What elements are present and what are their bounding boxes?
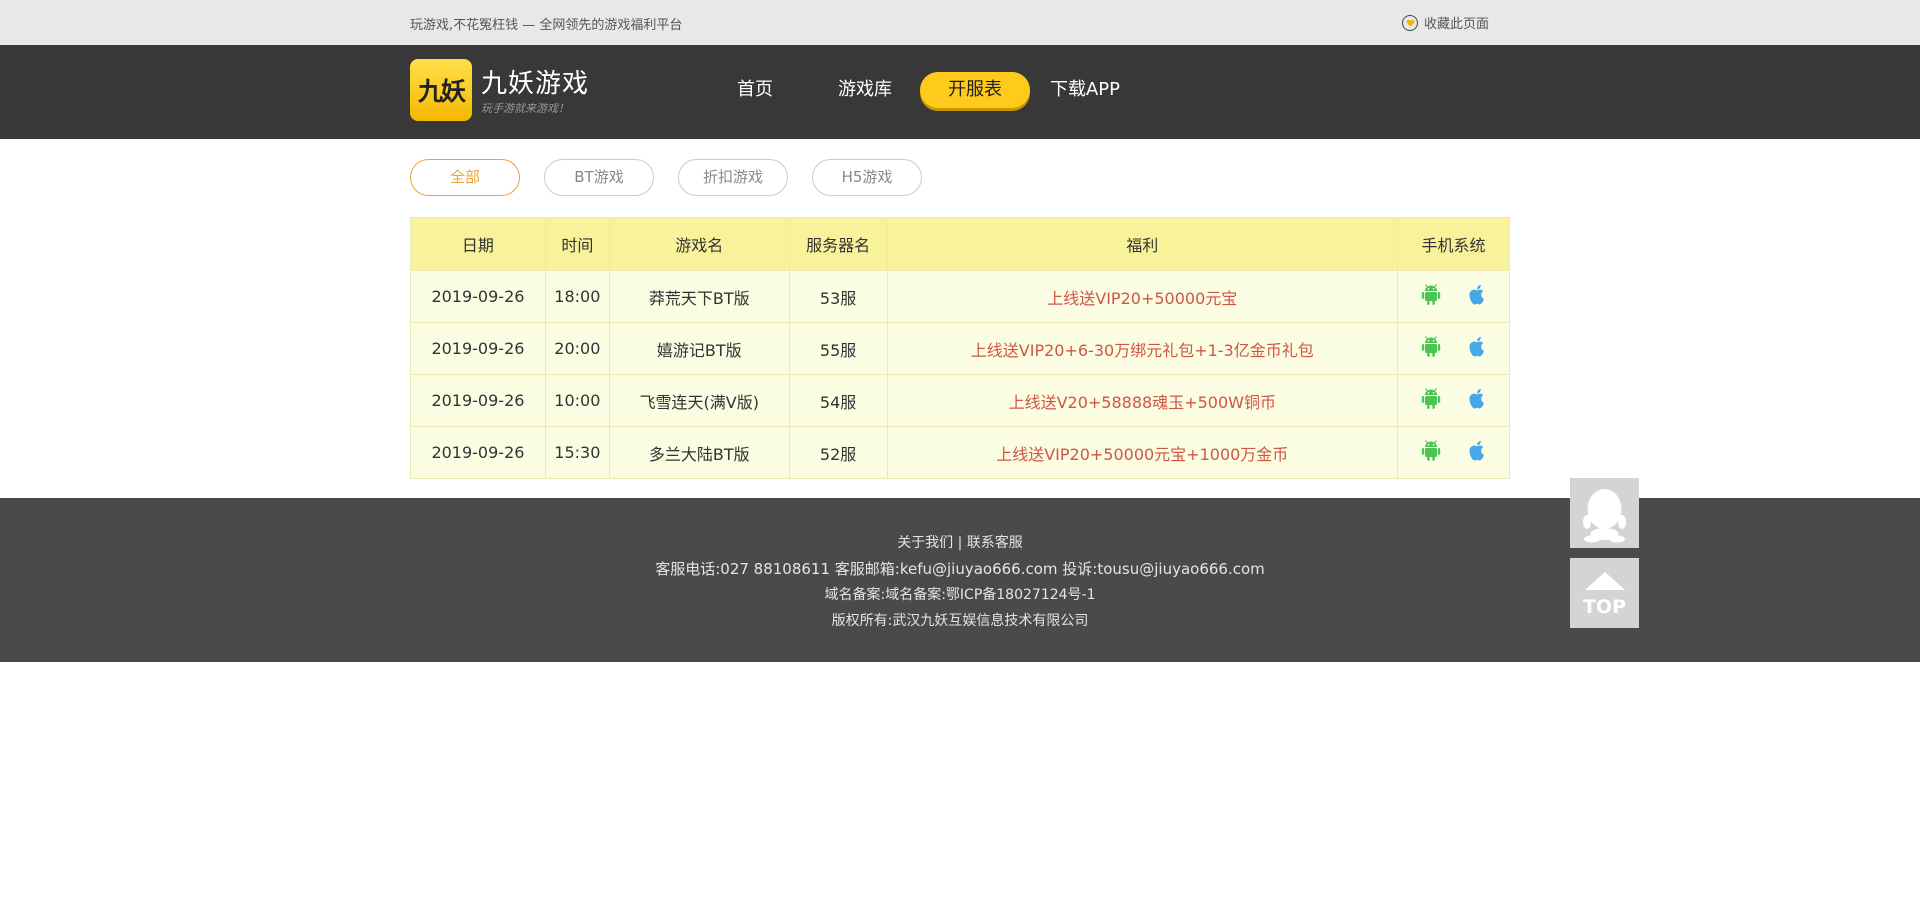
top-label: TOP <box>1582 596 1627 618</box>
row-os <box>1397 374 1510 427</box>
row-server: 54服 <box>788 374 888 427</box>
android-icon[interactable] <box>1421 283 1441 310</box>
logo-title: 九妖游戏 <box>481 69 590 99</box>
row-time: 10:00 <box>544 374 610 427</box>
row-date: 2019-09-26 <box>410 374 546 427</box>
row-welfare: 上线送VIP20+50000元宝+1000万金币 <box>886 426 1399 479</box>
header-mobile-os: 手机系统 <box>1397 217 1510 271</box>
row-server: 55服 <box>788 322 888 375</box>
nav-game-library[interactable]: 游戏库 <box>810 72 920 108</box>
row-os <box>1397 426 1510 479</box>
header-welfare: 福利 <box>886 217 1399 271</box>
row-game-name[interactable]: 嬉游记BT版 <box>608 322 790 375</box>
nav-server-schedule[interactable]: 开服表 <box>920 72 1030 108</box>
favorite-page-link[interactable]: 收藏此页面 <box>1402 13 1489 32</box>
android-icon[interactable] <box>1421 335 1441 362</box>
logo-tagline: 玩手游就来游戏！ <box>481 102 569 115</box>
contact-support-link[interactable]: 联系客服 <box>967 535 1023 551</box>
android-icon[interactable] <box>1421 439 1441 466</box>
header-server-name: 服务器名 <box>788 217 888 271</box>
table-row: 2019-09-26 10:00 飞雪连天(满V版) 54服 上线送V20+58… <box>410 374 1510 427</box>
row-welfare: 上线送VIP20+50000元宝 <box>886 270 1399 323</box>
row-os <box>1397 322 1510 375</box>
row-date: 2019-09-26 <box>410 426 546 479</box>
row-game-name[interactable]: 飞雪连天(满V版) <box>608 374 790 427</box>
filter-all[interactable]: 全部 <box>410 159 520 196</box>
table-header-row: 日期 时间 游戏名 服务器名 福利 手机系统 <box>410 217 1510 271</box>
filter-bt-games[interactable]: BT游戏 <box>544 159 654 196</box>
server-schedule-table: 日期 时间 游戏名 服务器名 福利 手机系统 2019-09-26 18:00 … <box>410 217 1510 479</box>
table-row: 2019-09-26 20:00 嬉游记BT版 55服 上线送VIP20+6-3… <box>410 322 1510 375</box>
arrow-up-icon <box>1585 572 1625 590</box>
apple-icon[interactable] <box>1467 336 1487 362</box>
qq-icon <box>1583 489 1626 543</box>
row-date: 2019-09-26 <box>410 270 546 323</box>
row-server: 52服 <box>788 426 888 479</box>
site-slogan: 玩游戏,不花冤枉钱 — 全网领先的游戏福利平台 <box>410 18 683 33</box>
favorite-label: 收藏此页面 <box>1424 17 1490 32</box>
row-time: 15:30 <box>544 426 610 479</box>
row-time: 20:00 <box>544 322 610 375</box>
site-header: 九妖 九妖游戏 玩手游就来游戏！ 首页 游戏库 开服表 下载APP <box>0 45 1920 139</box>
filter-h5-games[interactable]: H5游戏 <box>812 159 922 196</box>
row-os <box>1397 270 1510 323</box>
top-bar: 玩游戏,不花冤枉钱 — 全网领先的游戏福利平台 收藏此页面 <box>0 0 1920 45</box>
apple-icon[interactable] <box>1467 284 1487 310</box>
header-time: 时间 <box>544 217 610 271</box>
android-icon[interactable] <box>1421 387 1441 414</box>
row-date: 2019-09-26 <box>410 322 546 375</box>
header-game-name: 游戏名 <box>608 217 790 271</box>
row-game-name[interactable]: 莽荒天下BT版 <box>608 270 790 323</box>
filter-discount-games[interactable]: 折扣游戏 <box>678 159 788 196</box>
nav-home[interactable]: 首页 <box>700 72 810 108</box>
apple-icon[interactable] <box>1467 388 1487 414</box>
qq-support-button[interactable] <box>1570 478 1639 548</box>
nav-download-app[interactable]: 下载APP <box>1030 72 1140 108</box>
back-to-top-button[interactable]: TOP <box>1570 558 1639 628</box>
row-time: 18:00 <box>544 270 610 323</box>
row-welfare: 上线送V20+58888魂玉+500W铜币 <box>886 374 1399 427</box>
table-row: 2019-09-26 15:30 多兰大陆BT版 52服 上线送VIP20+50… <box>410 426 1510 479</box>
row-server: 53服 <box>788 270 888 323</box>
about-us-link[interactable]: 关于我们 <box>897 535 953 551</box>
category-filters: 全部 BT游戏 折扣游戏 H5游戏 <box>410 159 922 196</box>
logo-icon[interactable]: 九妖 <box>410 59 472 121</box>
main-nav: 首页 游戏库 开服表 下载APP <box>700 72 1140 108</box>
row-game-name[interactable]: 多兰大陆BT版 <box>608 426 790 479</box>
table-row: 2019-09-26 18:00 莽荒天下BT版 53服 上线送VIP20+50… <box>410 270 1510 323</box>
row-welfare: 上线送VIP20+6-30万绑元礼包+1-3亿金币礼包 <box>886 322 1399 375</box>
header-date: 日期 <box>410 217 546 271</box>
apple-icon[interactable] <box>1467 440 1487 466</box>
heart-icon <box>1402 14 1418 31</box>
footer-separator: | <box>957 535 963 551</box>
